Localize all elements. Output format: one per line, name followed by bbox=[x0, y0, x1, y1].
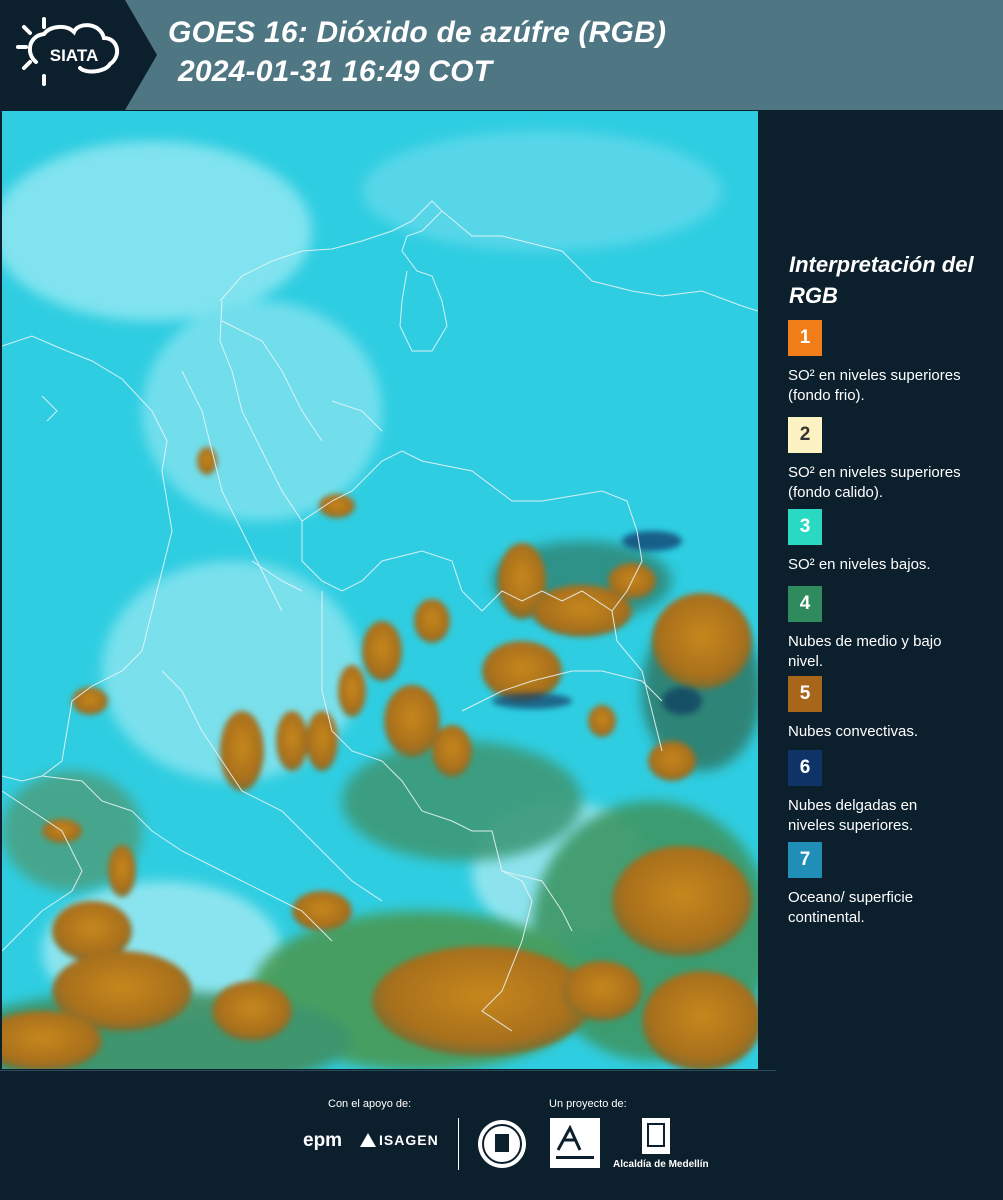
area-logo-icon bbox=[556, 1124, 594, 1159]
legend-label: SO² en niveles bajos. bbox=[788, 556, 931, 573]
legend-title: Interpretación del RGB bbox=[789, 252, 974, 308]
legend-panel: Interpretación del RGB 1 SO² en niveles … bbox=[760, 111, 1003, 1069]
seal-icon bbox=[482, 1124, 522, 1164]
footer-divider bbox=[0, 1070, 776, 1071]
alcaldia-label: Alcaldía de Medellín bbox=[613, 1159, 709, 1170]
epm-logo: epm bbox=[303, 1130, 343, 1151]
project-caption: Un proyecto de: bbox=[549, 1098, 627, 1110]
sun-cloud-icon: SIATA bbox=[16, 17, 120, 86]
support-caption: Con el apoyo de: bbox=[328, 1098, 412, 1110]
page-title: GOES 16: Dióxido de azúfre (RGB) bbox=[168, 16, 667, 49]
legend-item-7: 7 Oceano/ superficie continental. bbox=[788, 842, 998, 928]
legend-item-4: 4 Nubes de medio y bajo nivel. bbox=[788, 586, 998, 672]
logo-text: SIATA bbox=[50, 46, 98, 65]
satellite-rgb-composite bbox=[2, 111, 758, 1069]
legend-swatch: 7 bbox=[788, 842, 822, 878]
legend-swatch: 5 bbox=[788, 676, 822, 712]
header-bar: SIATA GOES 16: Dióxido de azúfre (RGB) 2… bbox=[0, 0, 1003, 110]
satellite-map[interactable] bbox=[2, 111, 758, 1069]
shield-icon bbox=[647, 1123, 665, 1147]
isagen-mark-icon bbox=[360, 1133, 376, 1147]
legend-item-5: 5 Nubes convectivas. bbox=[788, 676, 998, 742]
footer-vertical-divider bbox=[458, 1118, 459, 1170]
legend-swatch: 1 bbox=[788, 320, 822, 356]
page-subtitle-timestamp: 2024-01-31 16:49 COT bbox=[178, 55, 493, 88]
legend-item-2: 2 SO² en niveles superiores (fondo calid… bbox=[788, 417, 998, 503]
legend-label: Oceano/ superficie continental. bbox=[788, 889, 914, 926]
siata-logo: SIATA bbox=[0, 0, 125, 110]
legend-swatch: 3 bbox=[788, 509, 822, 545]
logo-arrow bbox=[125, 0, 157, 110]
legend-label: Nubes delgadas en niveles superiores. bbox=[788, 797, 918, 834]
legend-label: Nubes convectivas. bbox=[788, 723, 919, 740]
alcaldia-shield-logo bbox=[642, 1118, 670, 1154]
medellin-seal-logo bbox=[478, 1120, 526, 1168]
legend-item-3: 3 SO² en niveles bajos. bbox=[788, 509, 998, 575]
legend-item-6: 6 Nubes delgadas en niveles superiores. bbox=[788, 750, 998, 836]
isagen-logo: ISAGEN bbox=[360, 1132, 439, 1148]
legend-label: Nubes de medio y bajo nivel. bbox=[788, 633, 942, 670]
legend-swatch: 2 bbox=[788, 417, 822, 453]
legend-swatch: 6 bbox=[788, 750, 822, 786]
legend-label: SO² en niveles superiores (fondo frio). bbox=[788, 367, 961, 404]
legend-swatch: 4 bbox=[788, 586, 822, 622]
legend-label: SO² en niveles superiores (fondo calido)… bbox=[788, 464, 961, 501]
footer: Con el apoyo de: Un proyecto de: epm ISA… bbox=[0, 1070, 1003, 1200]
area-metropolitana-logo bbox=[550, 1118, 600, 1168]
legend-item-1: 1 SO² en niveles superiores (fondo frio)… bbox=[788, 320, 998, 406]
